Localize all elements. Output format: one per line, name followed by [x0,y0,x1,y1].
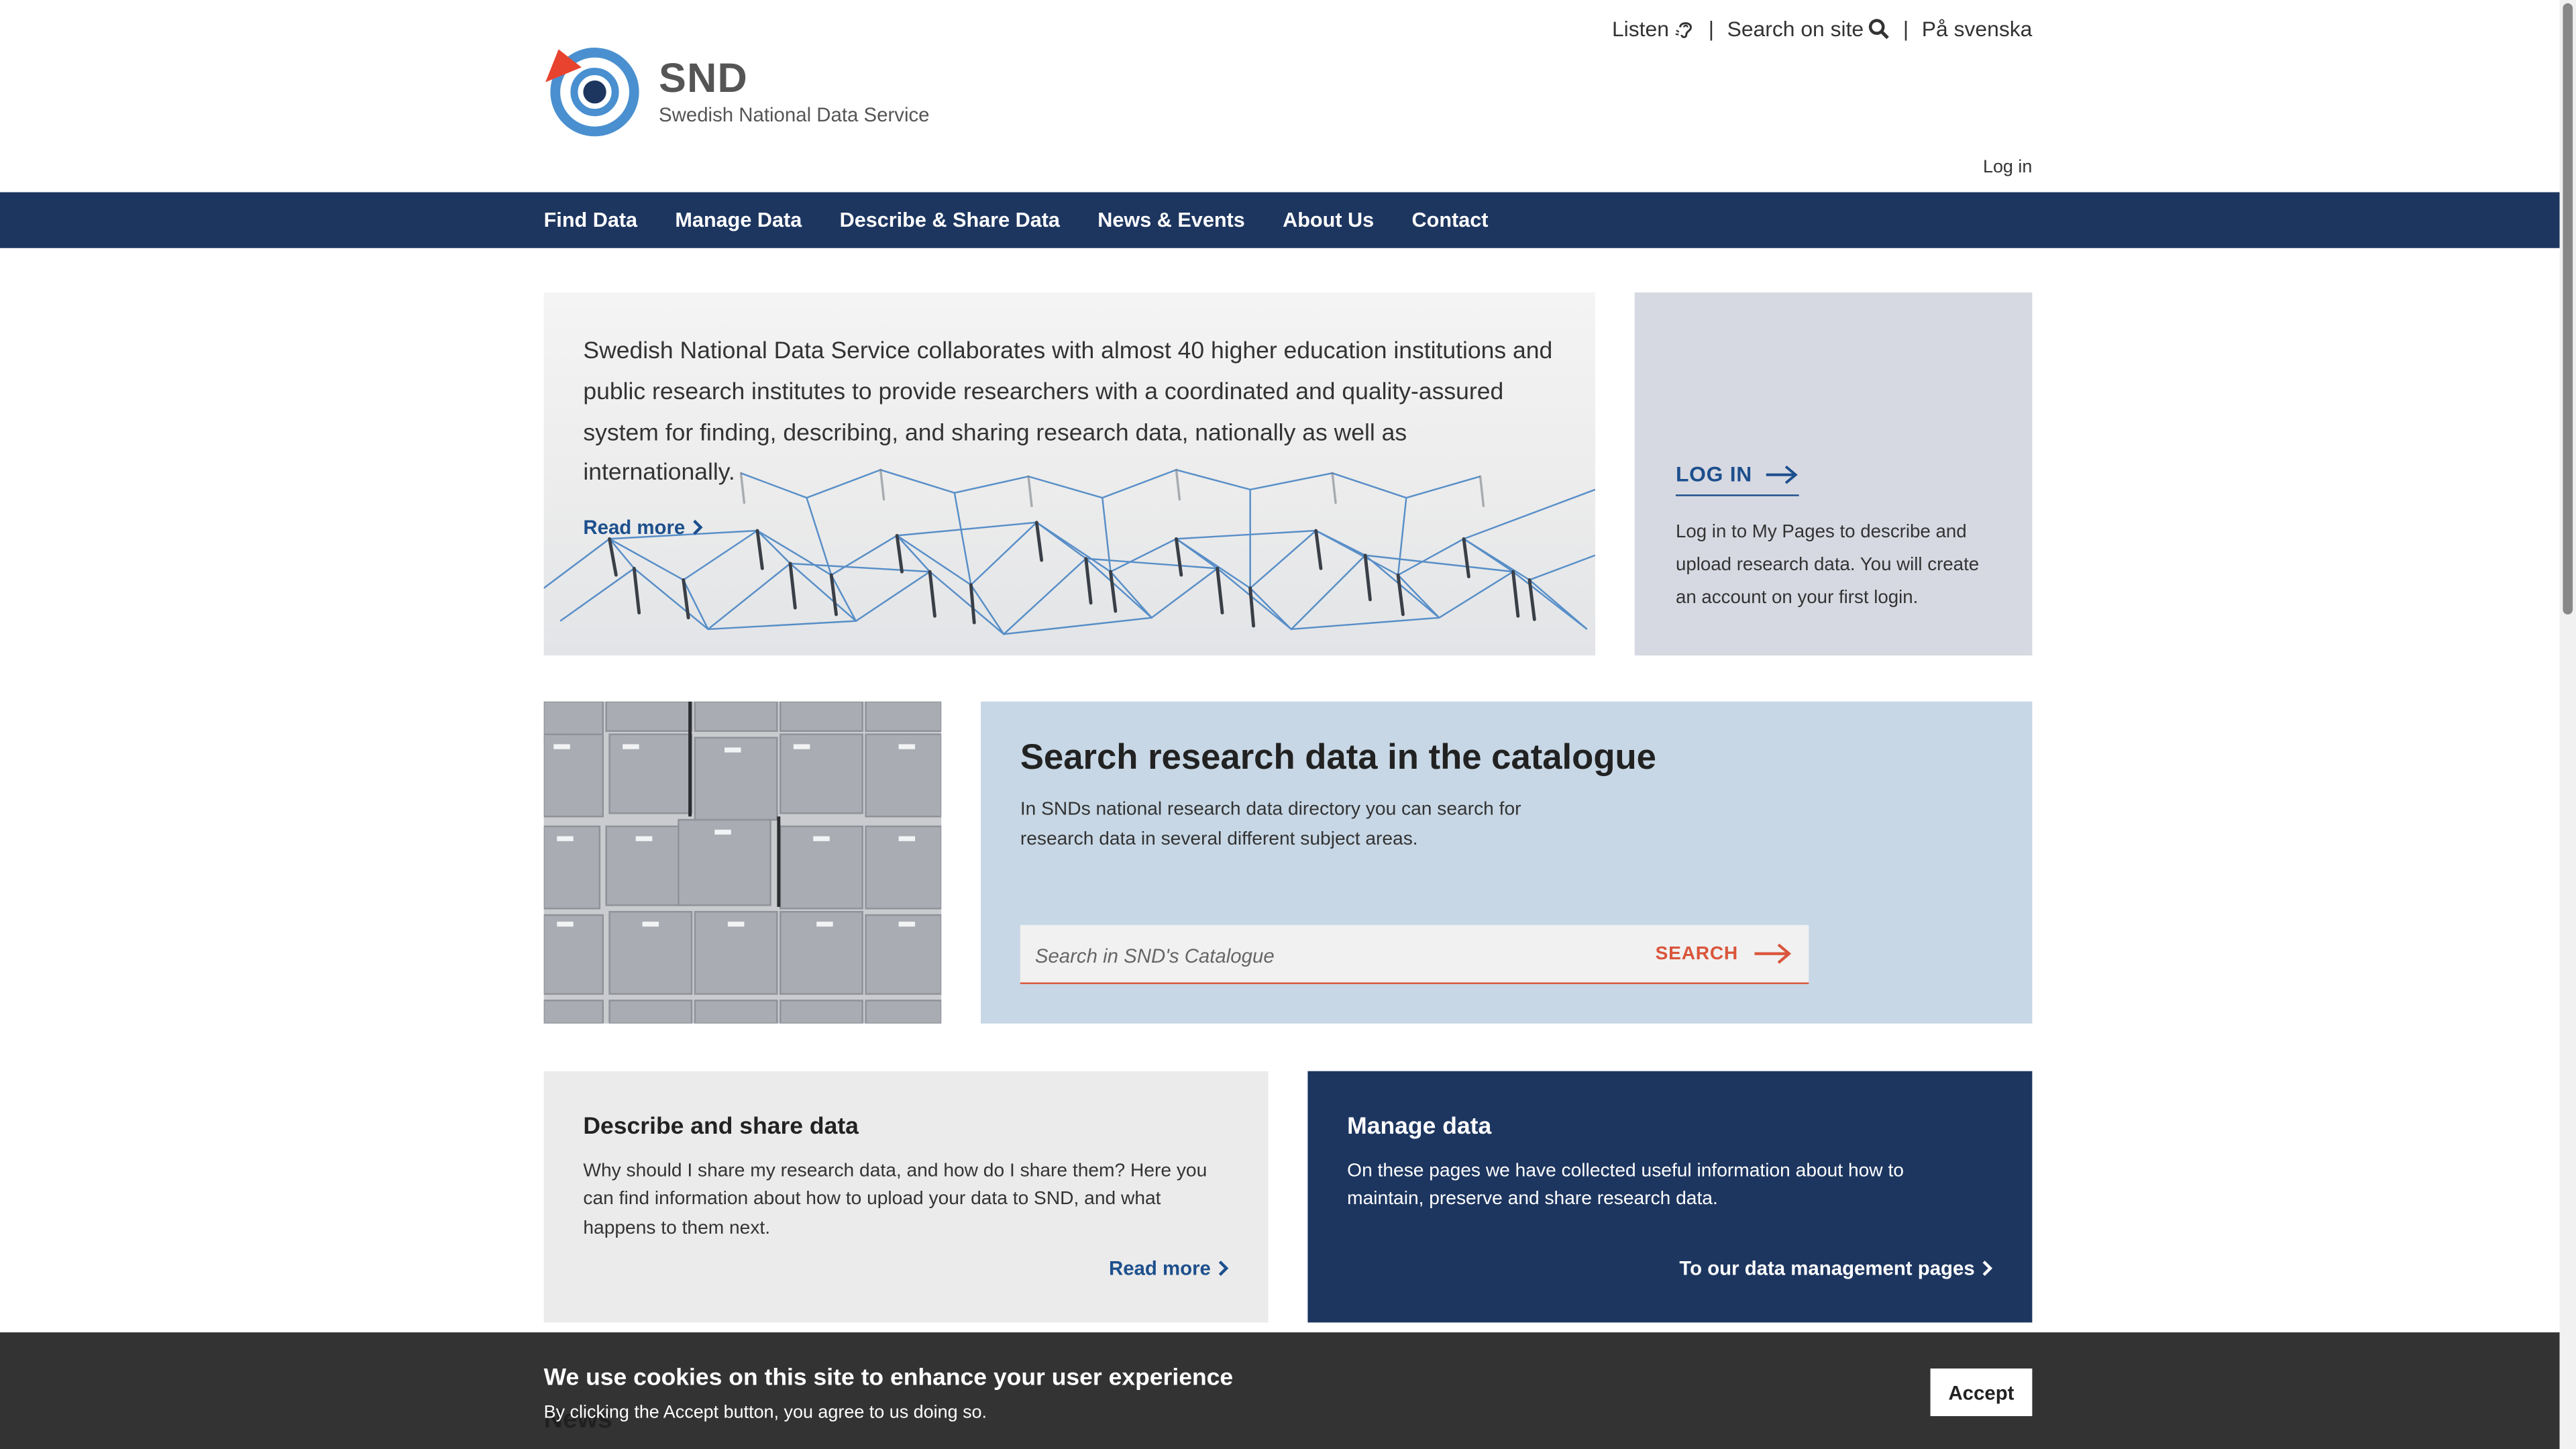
manage-data-description: On these pages we have collected useful … [1347,1161,1904,1210]
logo-subtitle: Swedish National Data Service [659,103,930,127]
hero-text: Swedish National Data Service collaborat… [583,338,1553,487]
nav-manage-data[interactable]: Manage Data [675,209,802,231]
accept-cookies-button[interactable]: Accept [1930,1368,2033,1417]
scrollbar-thumb[interactable] [2563,3,2573,614]
file-cabinet-image [543,701,942,1024]
separator: | [1708,16,1715,42]
vertical-scrollbar[interactable] [2559,0,2576,1449]
describe-share-card: Describe and share data Why should I sha… [543,1071,1269,1323]
hero-banner: Swedish National Data Service collaborat… [543,292,1595,656]
manage-data-card: Manage data On these pages we have colle… [1307,1071,2033,1323]
search-site-label: Search on site [1727,16,1864,42]
snd-logo[interactable]: SND Swedish National Data Service [544,44,930,140]
catalogue-description: In SNDs national research data directory… [1020,800,1521,849]
catalogue-search-card: Search research data in the catalogue In… [981,701,2033,1024]
nav-describe-share-data[interactable]: Describe & Share Data [840,209,1060,231]
nav-news-events[interactable]: News & Events [1097,209,1244,231]
file-cabinet-drawers [543,701,942,1024]
main-nav: Find Data Manage Data Describe & Share D… [0,192,2576,248]
login-description: Log in to My Pages to describe and uploa… [1675,522,1980,608]
catalogue-search-button[interactable]: SEARCH [1656,925,1792,983]
login-link[interactable]: LOG IN [1675,462,1799,496]
catalogue-search-input[interactable] [1020,924,1663,986]
chevron-right-icon [693,519,703,535]
data-management-pages-link[interactable]: To our data management pages [1679,1256,1993,1280]
listen-link[interactable]: Listen [1612,16,1695,41]
logo-name: SND [659,56,749,102]
search-icon [1869,19,1890,40]
snd-logo-icon [545,48,639,137]
login-title: LOG IN [1675,462,1753,486]
cookie-title: We use cookies on this site to enhance y… [543,1365,1234,1392]
nav-contact[interactable]: Contact [1412,209,1489,231]
separator: | [1902,16,1909,42]
hero-read-more-label: Read more [583,515,686,539]
cookie-text: By clicking the Accept button, you agree… [543,1403,987,1423]
manage-data-title: Manage data [1347,1114,1492,1140]
utility-bar: Listen | Search on site | På svenska [1612,16,2032,41]
nav-find-data[interactable]: Find Data [544,209,637,231]
catalogue-title: Search research data in the catalogue [1020,737,1656,777]
hero-read-more-link[interactable]: Read more [583,516,703,539]
login-card: LOG IN Log in to My Pages to describe an… [1634,292,2033,656]
chevron-right-icon [1218,1260,1229,1276]
ear-icon [1675,22,1692,38]
arrow-right-icon [1754,943,1792,964]
page: Listen | Search on site | På svenska SND… [0,0,2576,1449]
describe-share-read-more-label: Read more [1108,1256,1211,1280]
cookie-banner: News We use cookies on this site to enha… [0,1332,2576,1449]
arrow-right-icon [1765,464,1797,484]
nav-about-us[interactable]: About Us [1283,209,1374,231]
catalogue-search-button-label: SEARCH [1655,943,1739,964]
describe-share-description: Why should I share my research data, and… [583,1161,1208,1238]
chevron-right-icon [1982,1260,1993,1276]
listen-label: Listen [1611,16,1669,42]
header-login-link[interactable]: Log in [1983,158,2032,177]
swedish-language-link[interactable]: På svenska [1922,16,2033,41]
data-management-pages-label: To our data management pages [1679,1256,1975,1280]
describe-share-title: Describe and share data [583,1114,859,1140]
search-site-link[interactable]: Search on site [1727,16,1890,41]
describe-share-read-more-link[interactable]: Read more [1108,1256,1229,1280]
catalogue-search-box: SEARCH [1020,924,1809,986]
